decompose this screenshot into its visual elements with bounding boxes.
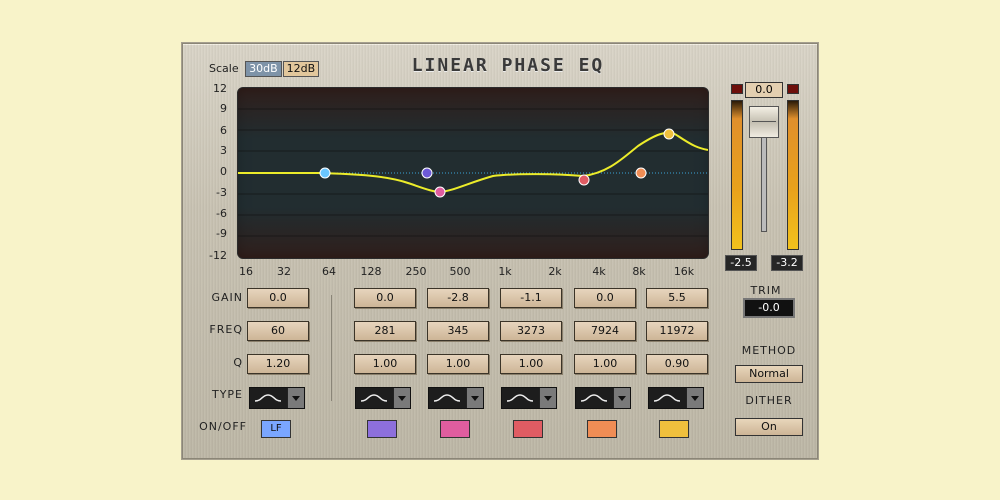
band-node-lf[interactable] bbox=[319, 167, 331, 179]
output-gain-readout: 0.0 bbox=[745, 82, 783, 98]
left-level-meter bbox=[731, 100, 743, 250]
band-6-freq[interactable]: 11972 bbox=[646, 321, 708, 341]
freq-tick: 8k bbox=[632, 265, 646, 278]
gain-row-label: GAIN bbox=[211, 291, 243, 304]
band-4-gain[interactable]: -1.1 bbox=[500, 288, 562, 308]
freq-tick: 4k bbox=[592, 265, 606, 278]
left-meter-readout: -2.5 bbox=[725, 255, 757, 271]
band-lf-freq[interactable]: 60 bbox=[247, 321, 309, 341]
freq-tick: 500 bbox=[449, 265, 471, 278]
chevron-down-icon bbox=[393, 388, 410, 408]
freq-tick: 128 bbox=[360, 265, 382, 278]
band-2-onoff-button[interactable] bbox=[367, 420, 397, 438]
chevron-down-icon bbox=[613, 388, 630, 408]
band-lf-gain[interactable]: 0.0 bbox=[247, 288, 309, 308]
band-4-freq[interactable]: 3273 bbox=[500, 321, 562, 341]
band-5-onoff-button[interactable] bbox=[587, 420, 617, 438]
bell-filter-icon bbox=[653, 394, 681, 402]
band-node-hmf[interactable] bbox=[578, 174, 590, 186]
dither-toggle[interactable]: On bbox=[735, 418, 803, 436]
band-6-q[interactable]: 0.90 bbox=[646, 354, 708, 374]
band-lf-type-select[interactable] bbox=[249, 387, 305, 409]
gain-tick: -3 bbox=[216, 186, 227, 199]
trim-label: TRIM bbox=[750, 284, 782, 297]
scale-30db-button[interactable]: 30dB bbox=[245, 61, 282, 77]
eq-graph[interactable] bbox=[237, 87, 709, 259]
band-2-freq[interactable]: 281 bbox=[354, 321, 416, 341]
plugin-window: Scale 30dB 12dB LINEAR PHASE EQ 12 9 6 3 … bbox=[182, 43, 818, 459]
right-meter-readout: -3.2 bbox=[771, 255, 803, 271]
scale-selector: Scale 30dB 12dB bbox=[209, 61, 320, 77]
dither-label: DITHER bbox=[745, 394, 793, 407]
method-select[interactable]: Normal bbox=[735, 365, 803, 383]
freq-tick: 32 bbox=[277, 265, 291, 278]
band-2-q[interactable]: 1.00 bbox=[354, 354, 416, 374]
type-row-label: TYPE bbox=[211, 388, 243, 401]
band-3-onoff-button[interactable] bbox=[440, 420, 470, 438]
gain-tick: 9 bbox=[220, 102, 227, 115]
chevron-down-icon bbox=[466, 388, 483, 408]
plugin-title: LINEAR PHASE EQ bbox=[411, 55, 605, 76]
band-2-type-select[interactable] bbox=[355, 387, 411, 409]
band-4-onoff-button[interactable] bbox=[513, 420, 543, 438]
chevron-down-icon bbox=[539, 388, 556, 408]
chevron-down-icon bbox=[287, 388, 304, 408]
band-node-hf[interactable] bbox=[635, 167, 647, 179]
freq-tick: 1k bbox=[498, 265, 512, 278]
output-meter-section: 0.0 -2.5 -3.2 bbox=[725, 82, 805, 272]
onoff-row-label: ON/OFF bbox=[199, 420, 247, 433]
freq-tick: 16k bbox=[673, 265, 695, 278]
q-row-label: Q bbox=[233, 356, 243, 369]
freq-tick: 64 bbox=[322, 265, 336, 278]
output-fader-handle[interactable] bbox=[749, 106, 779, 138]
band-6-onoff-button[interactable] bbox=[659, 420, 689, 438]
bell-filter-icon bbox=[506, 394, 534, 402]
bell-filter-icon bbox=[360, 394, 388, 402]
band-4-type-select[interactable] bbox=[501, 387, 557, 409]
gain-tick: -12 bbox=[209, 249, 227, 262]
gain-tick: 3 bbox=[220, 144, 227, 157]
eq-curve-display bbox=[238, 88, 708, 258]
band-lf-onoff-button[interactable]: LF bbox=[261, 420, 291, 438]
method-label: METHOD bbox=[741, 344, 797, 357]
band-5-gain[interactable]: 0.0 bbox=[574, 288, 636, 308]
band-node-lmf[interactable] bbox=[421, 167, 433, 179]
freq-row-label: FREQ bbox=[209, 323, 243, 336]
band-3-type-select[interactable] bbox=[428, 387, 484, 409]
bell-filter-icon bbox=[433, 394, 461, 402]
freq-tick: 250 bbox=[405, 265, 427, 278]
band-6-type-select[interactable] bbox=[648, 387, 704, 409]
bell-filter-icon bbox=[580, 394, 608, 402]
freq-tick: 16 bbox=[239, 265, 253, 278]
band-lf-q[interactable]: 1.20 bbox=[247, 354, 309, 374]
gain-tick: 6 bbox=[220, 124, 227, 137]
trim-value-field[interactable]: -0.0 bbox=[743, 298, 795, 318]
band-3-gain[interactable]: -2.8 bbox=[427, 288, 489, 308]
scale-label: Scale bbox=[209, 62, 239, 75]
band-node-mf[interactable] bbox=[434, 186, 446, 198]
scale-12db-button[interactable]: 12dB bbox=[282, 61, 320, 77]
gain-tick: -6 bbox=[216, 207, 227, 220]
shelf-filter-icon bbox=[254, 394, 282, 402]
band-2-gain[interactable]: 0.0 bbox=[354, 288, 416, 308]
band-5-type-select[interactable] bbox=[575, 387, 631, 409]
band-node-hf2[interactable] bbox=[663, 128, 675, 140]
band-separator bbox=[331, 295, 332, 401]
band-5-q[interactable]: 1.00 bbox=[574, 354, 636, 374]
band-5-freq[interactable]: 7924 bbox=[574, 321, 636, 341]
gain-tick: -9 bbox=[216, 227, 227, 240]
band-4-q[interactable]: 1.00 bbox=[500, 354, 562, 374]
right-clip-led bbox=[787, 84, 799, 94]
chevron-down-icon bbox=[686, 388, 703, 408]
right-level-meter bbox=[787, 100, 799, 250]
gain-tick: 0 bbox=[220, 165, 227, 178]
gain-tick: 12 bbox=[213, 82, 227, 95]
freq-tick: 2k bbox=[548, 265, 562, 278]
band-6-gain[interactable]: 5.5 bbox=[646, 288, 708, 308]
band-3-freq[interactable]: 345 bbox=[427, 321, 489, 341]
left-clip-led bbox=[731, 84, 743, 94]
band-3-q[interactable]: 1.00 bbox=[427, 354, 489, 374]
